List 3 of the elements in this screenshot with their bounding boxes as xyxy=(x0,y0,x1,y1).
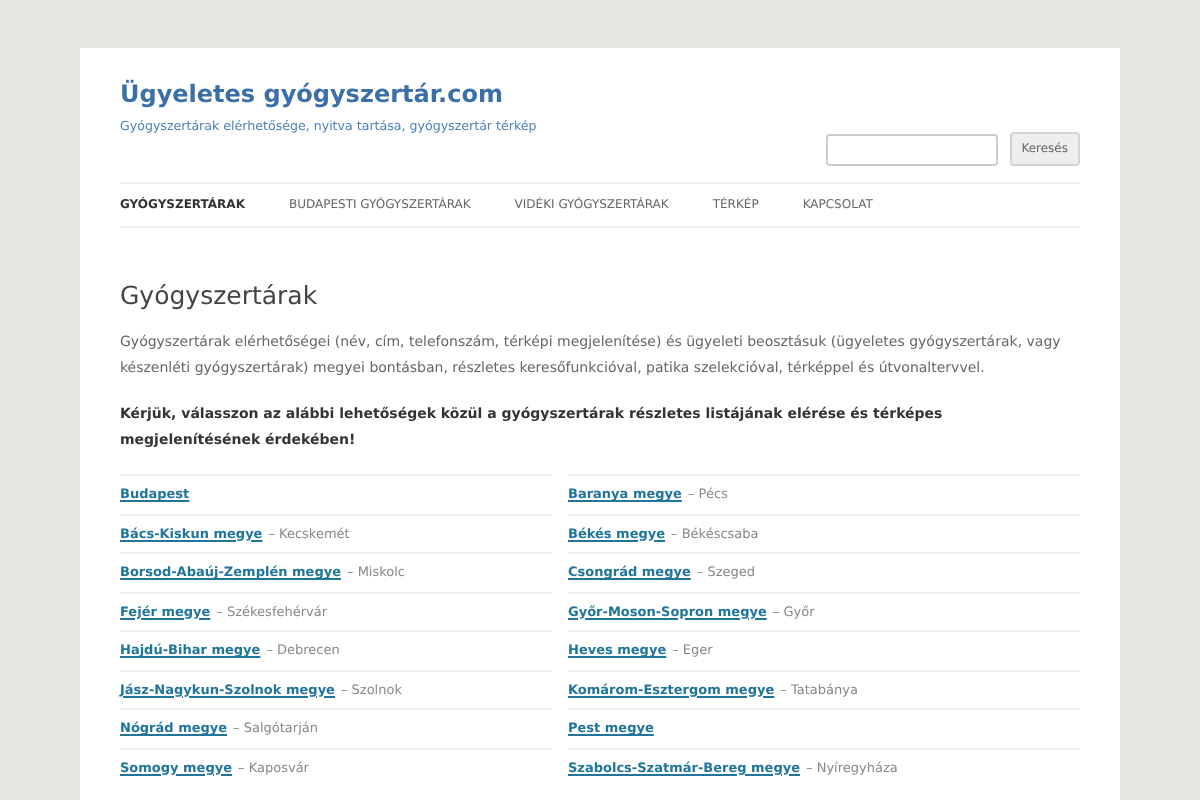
page-heading: Gyógyszertárak xyxy=(120,280,320,310)
site-title[interactable]: Ügyeletes gyógyszertár.com xyxy=(120,80,537,108)
search-field[interactable] xyxy=(825,133,998,165)
